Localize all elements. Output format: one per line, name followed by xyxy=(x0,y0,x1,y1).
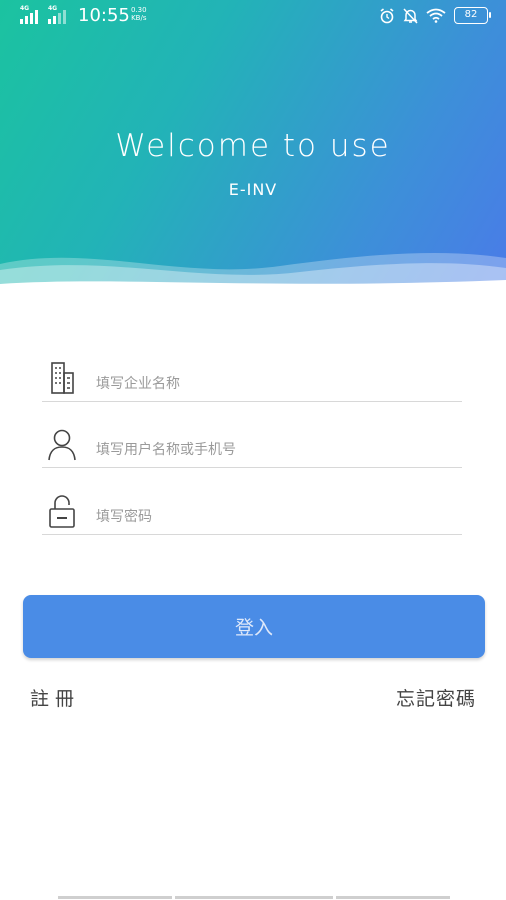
wave-decoration xyxy=(0,252,506,290)
battery-icon: 82 xyxy=(454,7,491,24)
alarm-icon xyxy=(380,7,394,23)
network-type-label: 4G xyxy=(20,5,30,12)
cellular-signal-icon: 4G xyxy=(48,5,70,24)
app-name: E-INV xyxy=(228,180,278,199)
wifi-icon xyxy=(426,8,446,23)
signal-group: 4G 4G xyxy=(20,5,70,24)
network-type-label: 4G xyxy=(48,5,58,12)
status-bar: 4G 4G 10:55 0.30 KB/s 82 xyxy=(0,0,506,34)
gesture-bar xyxy=(0,896,506,900)
password-field[interactable] xyxy=(42,495,462,535)
lock-icon xyxy=(49,495,75,528)
cellular-signal-icon: 4G xyxy=(20,5,42,24)
forgot-password-link[interactable]: 忘記密碼 xyxy=(396,684,476,711)
building-icon xyxy=(51,362,74,394)
username-input[interactable] xyxy=(96,437,456,463)
mute-icon xyxy=(403,7,418,24)
battery-level: 82 xyxy=(464,9,478,20)
status-time: 10:55 xyxy=(78,5,130,26)
password-input[interactable] xyxy=(96,504,456,530)
user-icon xyxy=(48,429,76,461)
company-input[interactable] xyxy=(96,371,456,397)
network-speed: 0.30 KB/s xyxy=(131,6,147,22)
register-link[interactable]: 註冊 xyxy=(30,684,80,711)
speed-unit: KB/s xyxy=(131,14,147,22)
welcome-title: Welcome to use xyxy=(115,128,391,164)
username-field[interactable] xyxy=(42,428,462,468)
status-icons: 82 xyxy=(379,7,491,24)
company-field[interactable] xyxy=(42,362,462,402)
login-button[interactable]: 登入 xyxy=(23,595,485,658)
speed-value: 0.30 xyxy=(131,6,147,14)
header-banner: 4G 4G 10:55 0.30 KB/s 82 Welcome to use … xyxy=(0,0,506,290)
